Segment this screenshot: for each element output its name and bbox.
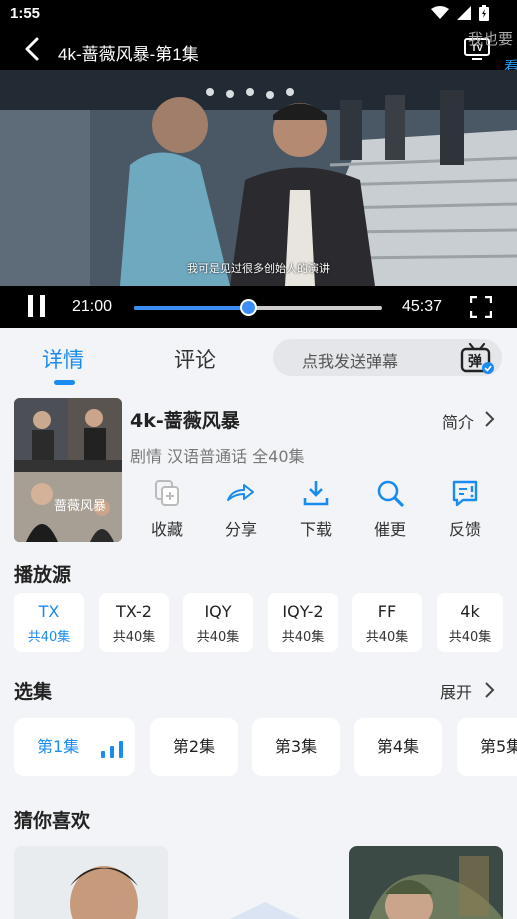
episode-item[interactable]: 第3集 [252,718,340,776]
current-time: 21:00 [72,298,113,315]
episode-item[interactable]: 第2集 [150,718,238,776]
tab-detail[interactable]: 详情 [42,344,84,374]
collect-button[interactable]: 收藏 [132,478,202,540]
source-item[interactable]: TX 共40集 [14,593,84,652]
source-item[interactable]: IQY-2 共40集 [268,593,338,652]
danmu-icon-text: 弹 [468,353,482,370]
download-button[interactable]: 下载 [281,478,351,540]
search-icon [377,480,404,507]
urge-update-button[interactable]: 催更 [355,478,425,540]
video-subtitle: 我可是见过很多创始人的演讲 [187,262,330,275]
episode-label: 第5集 [480,737,517,756]
source-name: IQY-2 [282,602,324,621]
recommend-card[interactable] [349,846,503,919]
expand-link[interactable]: 展开 [440,679,472,703]
source-item[interactable]: TX-2 共40集 [99,593,169,652]
tab-active-indicator [54,380,75,385]
source-count: 共40集 [196,630,240,645]
episodes-title: 选集 [14,681,53,703]
battery-icon [479,5,489,21]
recommend-poster [14,846,168,919]
recommend-poster-placeholder [190,880,340,919]
fullscreen-icon[interactable] [470,296,492,318]
source-count: 共40集 [281,630,325,645]
chevron-right-icon[interactable] [483,681,495,699]
download-label: 下载 [299,520,332,539]
show-name: 4k-蔷薇风暴 [130,410,240,432]
episode-label: 第1集 [37,737,80,756]
feedback-button[interactable]: 反馈 [430,478,500,540]
share-icon [227,484,254,501]
episode-label: 第2集 [172,737,216,756]
source-item[interactable]: FF 共40集 [352,593,422,652]
source-name: TX-2 [116,602,152,621]
recommend-poster [349,846,503,919]
seek-bar-thumb[interactable] [240,299,258,316]
episode-item-active[interactable]: 第1集 [14,718,135,776]
episode-label: 第4集 [376,737,420,756]
show-poster[interactable]: 蔷薇风暴 [14,398,122,542]
duration: 45:37 [402,298,443,315]
source-count: 共40集 [448,630,492,645]
source-item[interactable]: 4k 共40集 [437,593,503,652]
source-name: IQY [204,602,232,621]
recommend-card[interactable] [14,846,168,919]
source-name: FF [377,602,397,621]
back-arrow-icon[interactable] [22,36,44,62]
urge-update-label: 催更 [373,520,406,539]
bookmark-add-icon [155,480,179,506]
danmu-input[interactable]: 点我发送弹幕 弹 [273,339,502,376]
feedback-icon [452,480,478,507]
overlay-text-1: 我也要 [468,31,514,48]
download-icon [303,481,329,506]
episode-label: 第3集 [274,737,318,756]
seek-bar[interactable] [134,299,382,316]
show-meta: 剧情 汉语普通话 全40集 [130,447,305,466]
signal-icon [457,6,471,20]
episode-item[interactable]: 第5集 [457,718,517,776]
chevron-right-icon[interactable] [483,410,495,428]
source-count: 共40集 [112,630,156,645]
share-button[interactable]: 分享 [206,478,276,540]
recommend-title: 猜你喜欢 [14,810,91,832]
intro-link[interactable]: 简介 [442,409,474,433]
status-icons [431,5,489,21]
source-item[interactable]: IQY 共40集 [183,593,253,652]
player-controls: 21:00 45:37 [0,286,517,328]
recommend-card[interactable] [190,880,340,919]
collect-label: 收藏 [150,520,183,539]
source-count: 共40集 [365,630,409,645]
video-title: 4k-蔷薇风暴-第1集 [58,45,199,64]
pause-icon[interactable] [27,295,47,317]
danmu-placeholder: 点我发送弹幕 [302,352,399,371]
danmu-toggle-icon[interactable]: 弹 [459,341,495,375]
episode-item[interactable]: 第4集 [354,718,442,776]
sources-title: 播放源 [14,564,72,586]
seek-bar-progress [134,306,249,310]
share-label: 分享 [224,520,257,539]
feedback-label: 反馈 [448,520,481,539]
tab-comments[interactable]: 评论 [174,344,216,374]
source-count: 共40集 [27,630,71,645]
wifi-icon [431,6,449,19]
poster-title: 蔷薇风暴 [54,499,106,514]
status-time: 1:55 [10,5,41,22]
now-playing-icon [101,741,123,758]
source-name: 4k [460,602,480,621]
video-player[interactable]: 我可是见过很多创始人的演讲 21:00 45:37 [0,70,517,328]
source-name: TX [38,602,60,621]
poster-image: 蔷薇风暴 [14,398,122,542]
top-bar: 1:55 4k-蔷薇风暴-第1集 TV 我也要 看 [0,0,517,76]
video-frame [0,70,517,286]
